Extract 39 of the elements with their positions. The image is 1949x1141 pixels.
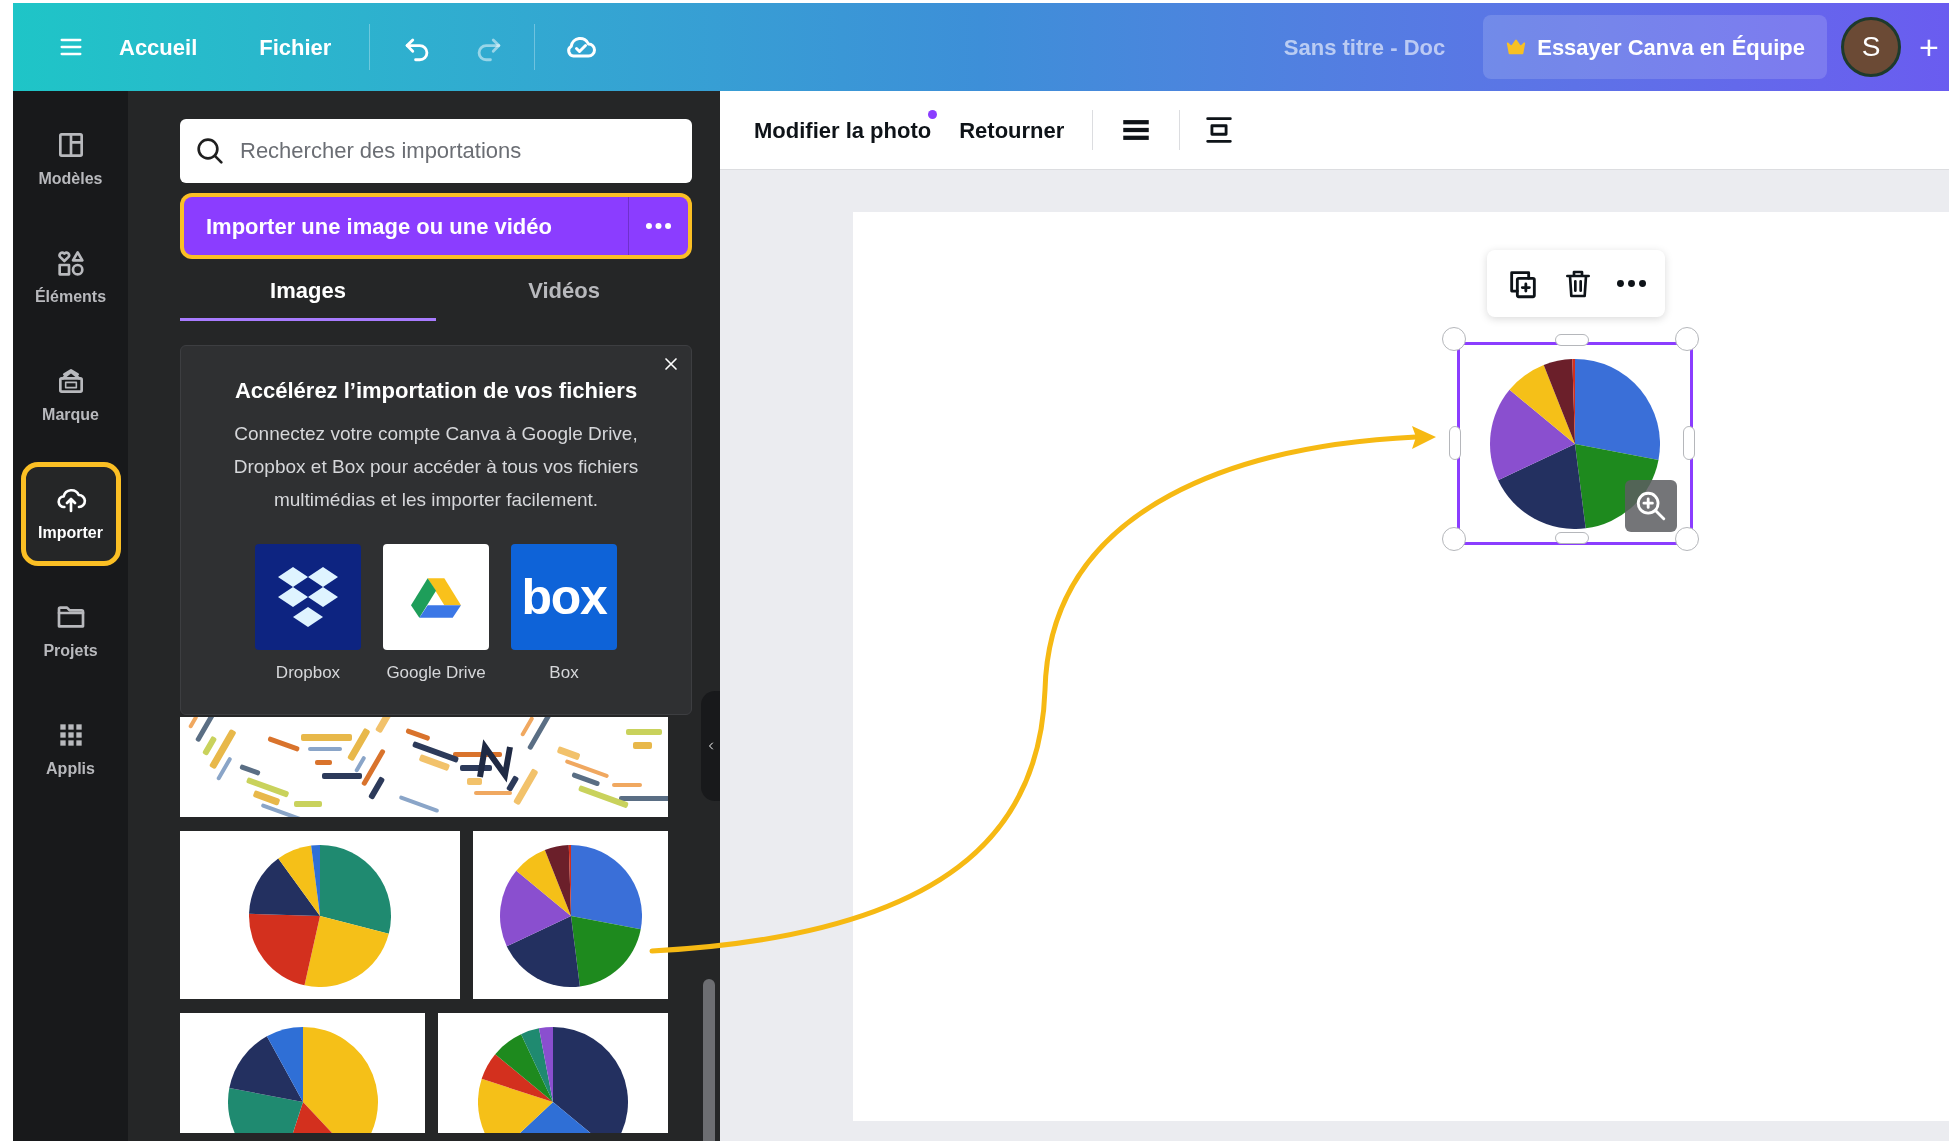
media-tab[interactable]: Images <box>180 263 436 321</box>
pie-chart-thumbnail[interactable] <box>473 830 668 999</box>
resize-handle[interactable] <box>1442 327 1466 351</box>
search-field[interactable]: Rechercher des importations <box>180 119 692 183</box>
resize-handle[interactable] <box>1449 426 1461 460</box>
zoom-in-icon <box>1634 489 1668 523</box>
service-label: Dropbox <box>275 662 341 684</box>
service-label: Google Drive <box>386 662 486 684</box>
sidebar-tab[interactable]: Marque <box>25 349 116 443</box>
sidebar-tab[interactable]: Modèles <box>25 113 116 207</box>
avatar[interactable]: S <box>1841 17 1901 77</box>
zoom-in-button[interactable] <box>1625 480 1677 532</box>
resize-handle[interactable] <box>1675 327 1699 351</box>
resize-handle[interactable] <box>1675 527 1699 551</box>
media-tab[interactable]: Vidéos <box>436 263 692 321</box>
toolbar-button[interactable]: Modifier la photo <box>746 107 940 153</box>
pie-chart-thumbnail[interactable] <box>180 830 460 999</box>
document-title: Sans titre - Doc <box>1283 33 1446 62</box>
promo-text: Connectez votre compte Canva à Google Drive, Dropbox et Box pour accéder à tous vos fichiers multimédias et les importer facilement. <box>232 422 640 512</box>
resize-handle[interactable] <box>1683 426 1695 460</box>
toolbar-button[interactable]: Retourner <box>951 107 1073 153</box>
try-team-label: Essayer Canva en Équipe <box>1537 33 1805 62</box>
add-button[interactable]: + <box>1909 17 1949 77</box>
sidebar-tab[interactable]: Éléments <box>25 231 116 325</box>
box-logo: box <box>511 544 617 650</box>
resize-handle[interactable] <box>1555 334 1589 346</box>
more-dots-icon <box>645 223 672 229</box>
sidebar-tab[interactable]: Applis <box>25 703 116 797</box>
more-options-button[interactable] <box>1616 280 1646 287</box>
scrollbar-thumb[interactable] <box>703 979 715 1141</box>
more-dots-icon <box>1616 280 1646 287</box>
sidebar-tab[interactable]: Projets <box>25 585 116 679</box>
service-label: Box <box>549 662 579 684</box>
resize-handle[interactable] <box>1555 532 1589 544</box>
search-icon <box>194 135 226 167</box>
promo-title: Accélérez l’importation de vos fichiers <box>234 377 638 405</box>
pie-chart-thumbnail[interactable] <box>438 1012 668 1133</box>
pie-chart-thumbnail[interactable] <box>180 1012 425 1133</box>
resize-handle[interactable] <box>1442 527 1466 551</box>
